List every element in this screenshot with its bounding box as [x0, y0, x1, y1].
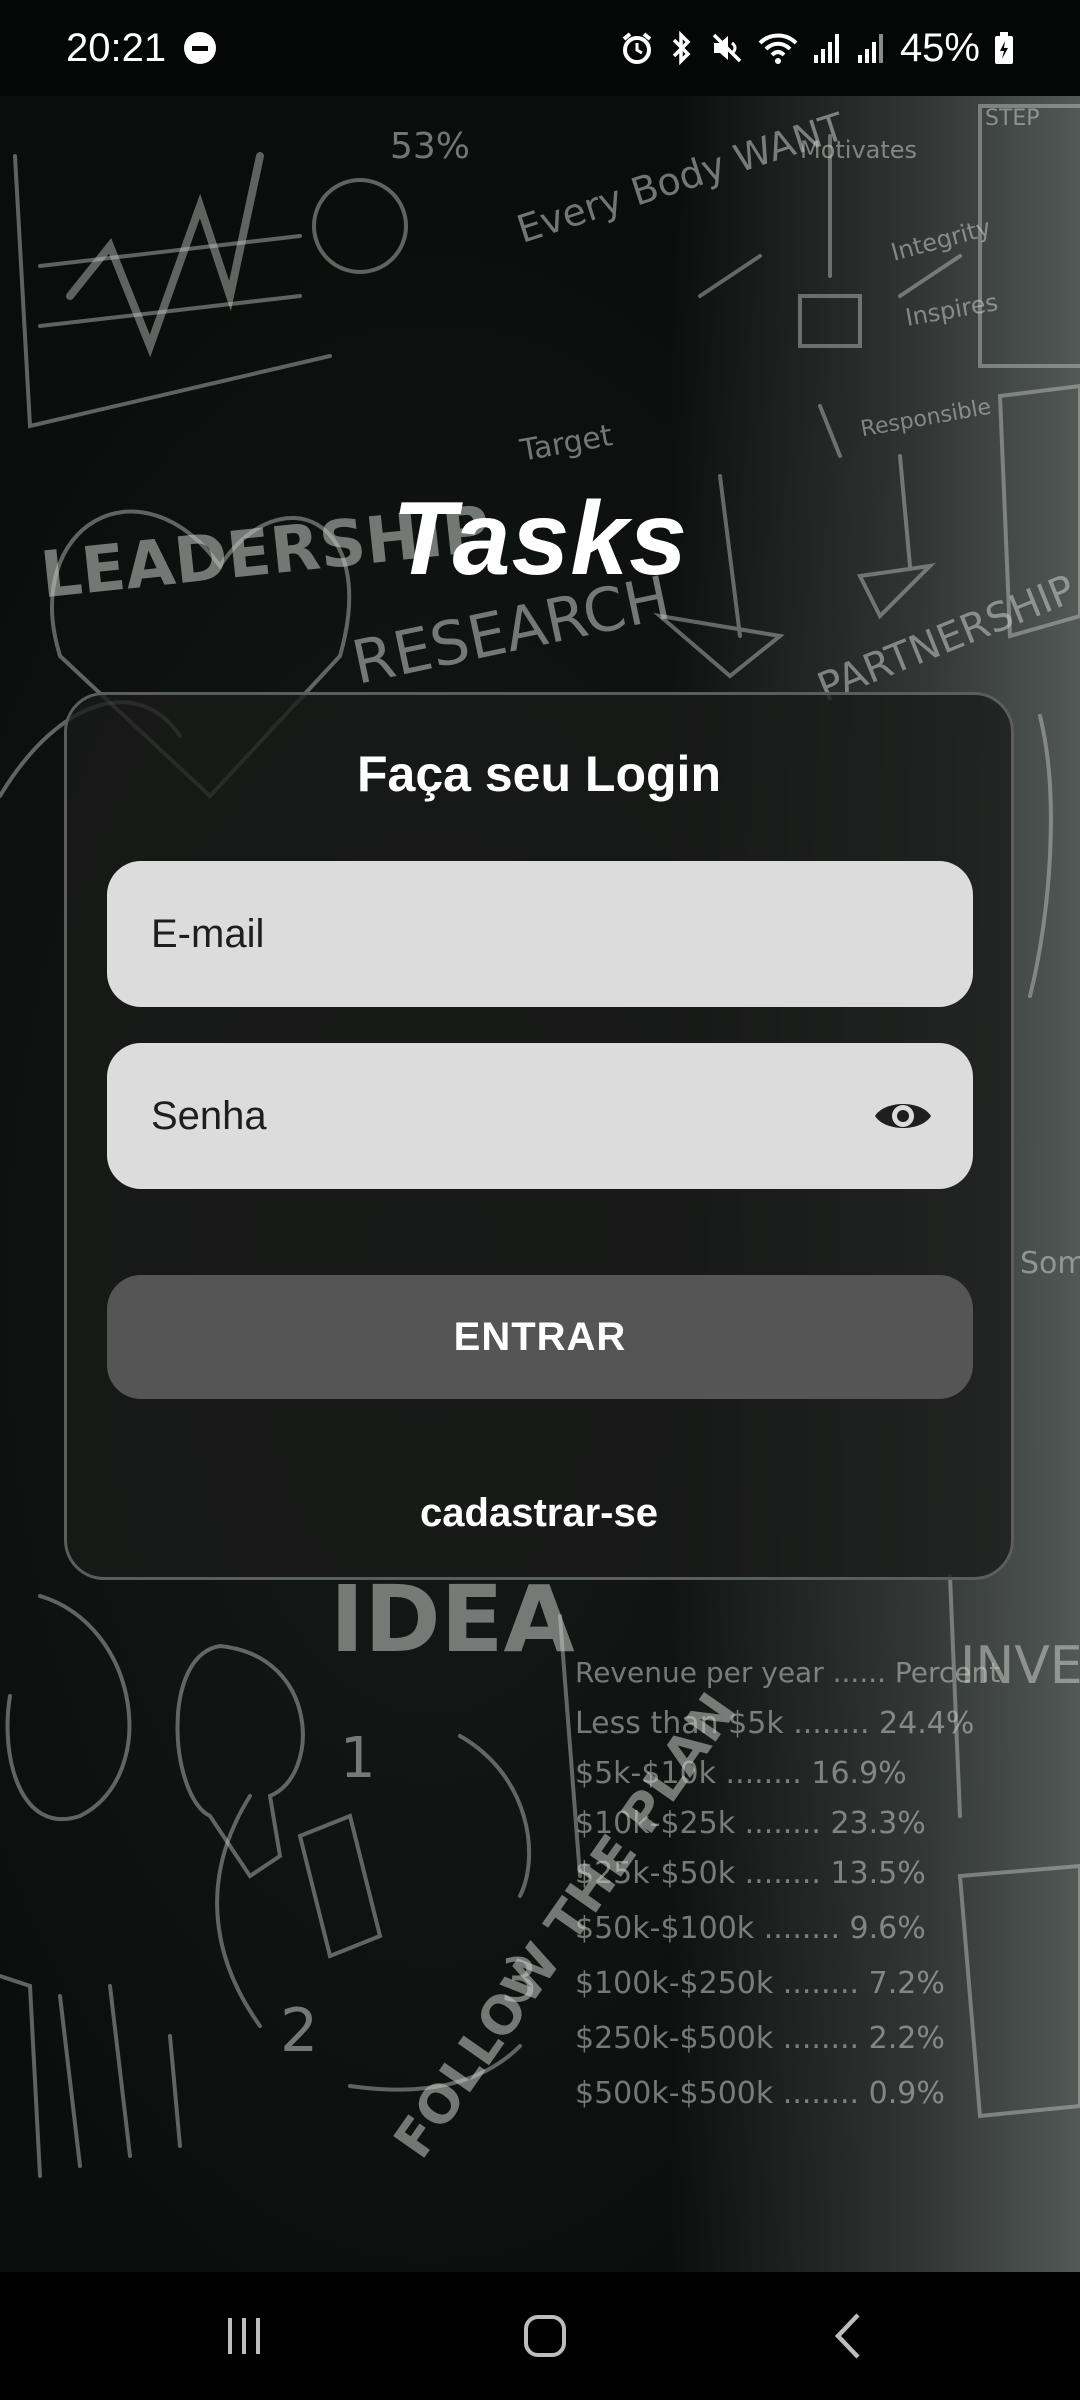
back-button[interactable] [768, 2272, 928, 2400]
doodle-step: STEP [985, 106, 1040, 131]
doodle-three: 3 [500, 1946, 539, 2016]
wifi-icon [758, 33, 798, 64]
status-time: 20:21 [66, 25, 167, 70]
doodle-percent: 53% [390, 126, 471, 167]
doodle-revenue-header: Revenue per year ...... Percent [575, 1656, 1001, 1689]
login-button[interactable]: ENTRAR [107, 1275, 973, 1399]
mute-icon [712, 33, 742, 63]
password-field[interactable] [107, 1043, 973, 1189]
doodle-revenue-row: $5k-$10k ........ 16.9% [575, 1756, 907, 1791]
show-password-icon[interactable] [873, 1096, 933, 1136]
doodle-idea: IDEA [330, 1566, 575, 1673]
doodle-revenue-row: Less than $5k ........ 24.4% [575, 1706, 975, 1741]
doodle-revenue-row: $100k-$250k ........ 7.2% [575, 1966, 945, 2001]
app-title: Tasks [391, 481, 689, 597]
email-field[interactable] [107, 861, 973, 1007]
doodle-revenue-row: $25k-$50k ........ 13.5% [575, 1856, 926, 1891]
recent-apps-button[interactable] [164, 2272, 324, 2400]
recent-apps-icon [228, 2318, 260, 2354]
alarm-icon [622, 32, 652, 64]
back-icon [834, 2313, 860, 2359]
doodle-motivates: Motivates [800, 136, 918, 164]
battery-charging-icon [995, 32, 1013, 64]
email-input[interactable] [149, 910, 933, 958]
login-card: Faça seu Login ENTRAR cadastrar-se [64, 692, 1014, 1580]
do-not-disturb-icon [184, 32, 217, 64]
status-bar-left: 20:21 [66, 25, 217, 71]
status-bar: 20:21 45% [0, 0, 1080, 96]
signal-icon [857, 34, 883, 63]
register-link[interactable]: cadastrar-se [67, 1491, 1011, 1536]
doodle-revenue-row: $10k-$25k ........ 23.3% [575, 1806, 926, 1841]
bluetooth-icon [672, 30, 691, 66]
doodle-revenue-row: $500k-$500k ........ 0.9% [575, 2076, 945, 2111]
doodle-revenue-row: $50k-$100k ........ 9.6% [575, 1911, 926, 1946]
navigation-bar [0, 2272, 1080, 2400]
login-heading: Faça seu Login [357, 746, 721, 802]
doodle-revenue-row: $250k-$500k ........ 2.2% [575, 2021, 945, 2056]
doodle-two: 2 [280, 1996, 319, 2066]
home-button[interactable] [465, 2272, 625, 2400]
doodle-invest: INVEST [960, 1636, 1080, 1696]
home-icon [524, 2315, 566, 2357]
password-input[interactable] [149, 1092, 873, 1140]
doodle-some: Some [1020, 1246, 1080, 1281]
battery-percent: 45% [899, 25, 980, 70]
doodle-one: 1 [340, 1726, 376, 1791]
signal-icon [813, 34, 839, 63]
status-bar-right: 45% [620, 26, 1014, 71]
